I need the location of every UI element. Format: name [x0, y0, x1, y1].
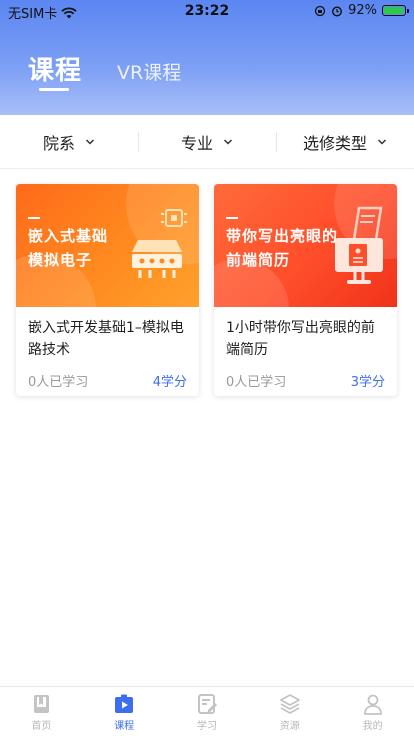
credit-badge: 4学分 — [152, 375, 187, 390]
chevron-down-icon — [85, 138, 95, 145]
bottom-tab-bar: 首页 课程 学习 资源 我的 — [0, 686, 414, 736]
filter-major[interactable]: 专业 — [138, 130, 276, 154]
tab-home[interactable]: 首页 — [0, 687, 83, 736]
filter-label: 院系 — [42, 133, 75, 153]
battery-icon — [382, 5, 409, 16]
learner-count: 0人已学习 — [28, 375, 89, 390]
tab-course[interactable]: 课程 — [83, 687, 166, 736]
filter-label: 专业 — [180, 133, 213, 153]
electronics-chip-icon — [132, 209, 187, 278]
filter-elective-type[interactable]: 选修类型 — [276, 130, 414, 154]
tab-course[interactable]: 课程 — [28, 50, 82, 87]
filter-bar: 院系 专业 选修类型 — [0, 115, 414, 169]
cover-text: 嵌入式基础 模拟电子 — [28, 227, 109, 269]
play-course-icon — [115, 694, 134, 713]
course-meta: 0人已学习 4学分 — [16, 363, 199, 390]
battery-percent: 92% — [348, 3, 377, 18]
tab-study[interactable]: 学习 — [166, 687, 249, 736]
book-icon — [34, 695, 50, 713]
tab-active-indicator — [39, 88, 69, 91]
course-list: 嵌入式基础 模拟电子 嵌入式开发基础1–模拟电路技术 0人已学习 4学分 带你写… — [16, 184, 398, 396]
credit-badge: 3学分 — [350, 375, 385, 390]
layers-icon — [279, 694, 300, 714]
course-card[interactable]: 嵌入式基础 模拟电子 嵌入式开发基础1–模拟电路技术 0人已学习 4学分 — [16, 184, 199, 396]
course-cover: 带你写出亮眼的 前端简历 — [214, 184, 397, 307]
resume-document-icon — [335, 206, 383, 284]
tab-resources[interactable]: 资源 — [248, 687, 331, 736]
course-card[interactable]: 带你写出亮眼的 前端简历 1小时带你写出亮眼的前端简历 0人已学习 3学分 — [214, 184, 397, 396]
rotation-lock-icon — [314, 5, 326, 16]
alarm-icon — [332, 5, 343, 17]
status-bar: 无SIM卡 23:22 92% — [0, 0, 414, 22]
filter-department[interactable]: 院系 — [0, 130, 138, 154]
edit-note-icon — [197, 694, 217, 714]
course-title: 嵌入式开发基础1–模拟电路技术 — [28, 320, 184, 358]
status-right: 92% — [314, 3, 409, 18]
header: 无SIM卡 23:22 92% 课程 VR课程 — [0, 0, 414, 115]
filter-label: 选修类型 — [302, 133, 367, 153]
top-tabs: 课程 VR课程 — [0, 48, 414, 98]
tab-vr-course[interactable]: VR课程 — [117, 58, 181, 85]
tab-mine[interactable]: 我的 — [331, 687, 414, 736]
chevron-down-icon — [223, 138, 233, 145]
course-title: 1小时带你写出亮眼的前端简历 — [226, 320, 375, 358]
course-page: 无SIM卡 23:22 92% 课程 VR课程 院系 专业 选修类型 嵌入式基础… — [0, 0, 414, 736]
cover-text: 带你写出亮眼的 前端简历 — [226, 227, 339, 269]
learner-count: 0人已学习 — [226, 375, 287, 390]
course-meta: 0人已学习 3学分 — [214, 363, 397, 390]
person-icon — [363, 694, 382, 715]
chevron-down-icon — [377, 138, 387, 145]
course-cover: 嵌入式基础 模拟电子 — [16, 184, 199, 307]
